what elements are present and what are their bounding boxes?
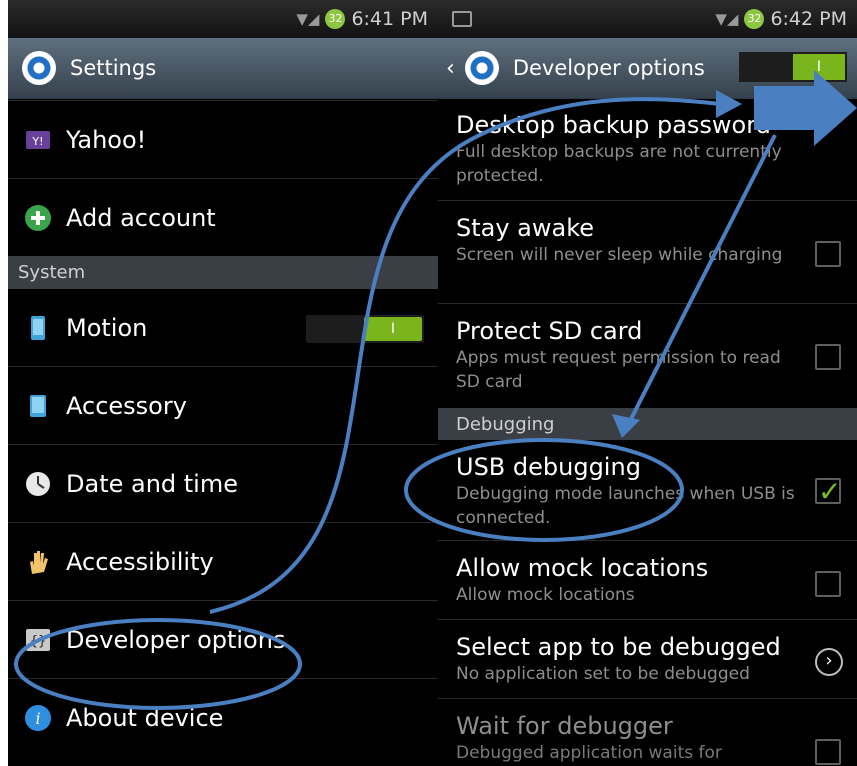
option-title: Protect SD card	[456, 317, 643, 345]
page-title: Developer options	[512, 56, 705, 80]
phone-icon	[31, 315, 45, 340]
settings-item-label: Accessory	[66, 391, 187, 420]
wifi-signal-icon: ▼◢	[715, 10, 739, 28]
wait-for-debugger-checkbox[interactable]	[815, 739, 841, 765]
developer-options-title-bar: ‹ Developer options I	[438, 38, 857, 99]
battery-icon: 32	[325, 9, 346, 29]
settings-item-label: Developer options	[66, 625, 286, 654]
option-subtitle: Allow mock locations	[456, 585, 635, 605]
settings-screen: ▼◢ 32 6:41 PM Settings Y! Yahoo! Add acc…	[8, 0, 438, 766]
developer-options-screen: ▼◢ 32 6:42 PM ‹ Developer options I Desk…	[438, 0, 857, 766]
option-title: Select app to be debugged	[456, 633, 781, 661]
protect-sd-card-checkbox[interactable]	[815, 344, 841, 370]
yahoo-icon: Y!	[26, 130, 50, 149]
option-desktop-backup-password[interactable]: Desktop backup password Full desktop bac…	[438, 98, 857, 200]
gallery-notification-icon	[452, 11, 472, 27]
settings-item-about-device[interactable]: i About device	[8, 679, 438, 756]
chevron-right-icon[interactable]: ›	[815, 648, 843, 676]
status-bar: ▼◢ 32 6:42 PM	[438, 0, 857, 38]
settings-item-label: About device	[66, 703, 224, 732]
option-usb-debugging[interactable]: USB debugging Debugging mode launches wh…	[438, 440, 857, 540]
settings-item-date-time[interactable]: Date and time	[8, 445, 438, 522]
back-chevron-icon[interactable]: ‹	[446, 56, 455, 81]
stay-awake-checkbox[interactable]	[815, 241, 841, 267]
settings-item-label: Yahoo!	[66, 125, 147, 154]
settings-item-add-account[interactable]: Add account	[8, 179, 438, 256]
settings-item-label: Accessibility	[66, 547, 214, 576]
option-subtitle: Full desktop backups are not currently p…	[456, 142, 782, 186]
clock-icon	[26, 471, 50, 496]
option-subtitle: Apps must request permission to read SD …	[456, 348, 781, 392]
option-protect-sd-card[interactable]: Protect SD card Apps must request permis…	[438, 304, 857, 408]
option-subtitle: No application set to be debugged	[456, 664, 750, 684]
usb-debugging-checkbox[interactable]	[815, 475, 841, 508]
status-bar: ▼◢ 32 6:41 PM	[8, 0, 438, 38]
status-time: 6:42 PM	[770, 8, 847, 30]
add-icon	[25, 204, 51, 231]
svg-text:{}: {}	[30, 634, 47, 649]
settings-gear-icon	[464, 51, 499, 85]
option-subtitle: Debugged application waits for	[456, 743, 722, 763]
section-header-debugging: Debugging	[438, 408, 857, 440]
status-time: 6:41 PM	[351, 8, 428, 30]
battery-icon: 32	[744, 9, 765, 29]
option-wait-for-debugger[interactable]: Wait for debugger Debugged application w…	[438, 699, 857, 766]
section-header-system: System	[8, 256, 438, 289]
settings-item-accessibility[interactable]: Accessibility	[8, 523, 438, 600]
option-title: USB debugging	[456, 453, 641, 481]
toggle-on-indicator: I	[364, 317, 422, 341]
braces-icon: {}	[26, 628, 50, 651]
settings-title-bar: Settings	[8, 38, 438, 99]
page-title: Settings	[70, 56, 157, 80]
option-subtitle: Screen will never sleep while charging	[456, 245, 783, 265]
settings-gear-icon	[22, 51, 56, 85]
settings-list: Y! Yahoo! Add account System Motion I Ac…	[8, 100, 438, 756]
option-stay-awake[interactable]: Stay awake Screen will never sleep while…	[438, 201, 857, 303]
settings-item-accessory[interactable]: Accessory	[8, 367, 438, 444]
option-title: Desktop backup password	[456, 111, 771, 139]
mock-locations-checkbox[interactable]	[815, 571, 841, 597]
settings-item-developer-options[interactable]: {} Developer options	[8, 601, 438, 678]
option-title: Stay awake	[456, 214, 595, 242]
option-select-debug-app[interactable]: Select app to be debugged No application…	[438, 620, 857, 698]
motion-toggle[interactable]: I	[306, 315, 424, 343]
settings-item-label: Motion	[66, 313, 148, 342]
wifi-signal-icon: ▼◢	[296, 10, 320, 28]
option-allow-mock-locations[interactable]: Allow mock locations Allow mock location…	[438, 541, 857, 619]
option-title: Allow mock locations	[456, 554, 709, 582]
hand-icon	[30, 550, 48, 574]
svg-text:Y!: Y!	[31, 135, 43, 148]
option-subtitle: Debugging mode launches when USB is conn…	[456, 484, 795, 528]
toggle-on-indicator: I	[793, 54, 845, 80]
settings-item-label: Add account	[66, 203, 216, 232]
developer-options-master-toggle[interactable]: I	[739, 52, 847, 82]
settings-item-label: Date and time	[66, 469, 238, 498]
device-icon	[30, 394, 46, 417]
settings-item-yahoo[interactable]: Y! Yahoo!	[8, 101, 438, 178]
developer-options-list: Desktop backup password Full desktop bac…	[438, 98, 857, 766]
svg-text:i: i	[35, 709, 40, 728]
info-icon: i	[25, 704, 51, 731]
option-title: Wait for debugger	[456, 712, 673, 740]
settings-item-motion[interactable]: Motion I	[8, 289, 438, 366]
